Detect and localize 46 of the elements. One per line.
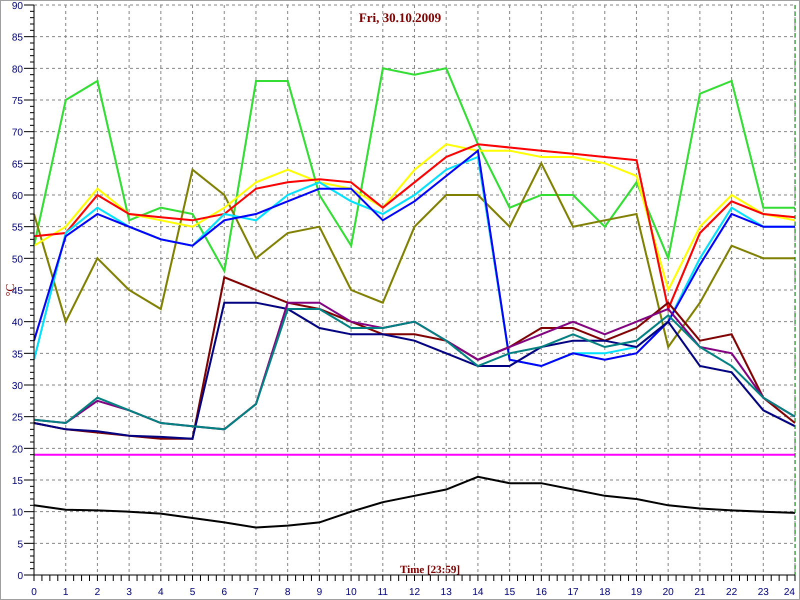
axis-tick-label: 16 bbox=[536, 587, 547, 598]
axis-tick-label: 60 bbox=[12, 191, 23, 202]
axis-tick-label: 80 bbox=[12, 64, 23, 76]
axis-title: Time [23:59] bbox=[400, 564, 460, 576]
axis-tick-label: 30 bbox=[12, 381, 23, 392]
axis-tick-label: 55 bbox=[12, 222, 23, 234]
axis-tick-label: 0 bbox=[31, 587, 37, 598]
axis-tick-label: 65 bbox=[12, 159, 23, 170]
axis-tick-label: 25 bbox=[12, 412, 23, 424]
axis-tick-label: 10 bbox=[12, 508, 23, 519]
chart-title: Fri, 30.10.2009 bbox=[358, 10, 442, 25]
axis-tick-label: 1 bbox=[62, 587, 68, 598]
axis-tick-label: 24 bbox=[784, 587, 795, 598]
axis-tick-label: 23 bbox=[758, 587, 769, 598]
axis-tick-label: 8 bbox=[284, 587, 290, 598]
axis-tick-label: 3 bbox=[126, 587, 132, 598]
axis-tick-label: 15 bbox=[504, 587, 516, 598]
axis-tick-label: 14 bbox=[472, 587, 484, 598]
axis-tick-label: 5 bbox=[190, 587, 196, 598]
axis-tick-label: 18 bbox=[599, 587, 610, 598]
axis-tick-label: 70 bbox=[12, 128, 23, 139]
axis-tick-label: 4 bbox=[158, 587, 164, 598]
axis-tick-label: 9 bbox=[316, 587, 322, 598]
axis-tick-label: 75 bbox=[12, 96, 23, 107]
axis-tick-label: 12 bbox=[408, 587, 420, 598]
axis-tick-label: 10 bbox=[346, 587, 357, 598]
axis-tick-label: 15 bbox=[12, 476, 23, 487]
axis-tick-label: 50 bbox=[12, 254, 23, 266]
axis-tick-label: 5 bbox=[17, 539, 23, 550]
axis-tick-label: 85 bbox=[12, 32, 23, 44]
axis-tick-label: 17 bbox=[567, 587, 579, 598]
axis-tick-label: 0 bbox=[17, 571, 23, 582]
axis-tick-label: 2 bbox=[94, 587, 100, 598]
axis-tick-label: 45 bbox=[12, 286, 23, 297]
axis-tick-label: 19 bbox=[630, 587, 642, 598]
axis-tick-label: 13 bbox=[440, 587, 452, 598]
axis-tick-label: 6 bbox=[221, 587, 228, 598]
axis-tick-label: 7 bbox=[253, 587, 259, 598]
axis-tick-label: 90 bbox=[12, 1, 23, 12]
axis-tick-label: 35 bbox=[12, 349, 23, 360]
axis-tick-label: 40 bbox=[12, 318, 23, 329]
axis-tick-label: 20 bbox=[12, 444, 23, 456]
axis-tick-label: 21 bbox=[694, 587, 706, 598]
axis-tick-label: 11 bbox=[378, 587, 388, 598]
axis-tick-label: 22 bbox=[726, 587, 738, 598]
axis-tick-label: 20 bbox=[662, 587, 674, 598]
